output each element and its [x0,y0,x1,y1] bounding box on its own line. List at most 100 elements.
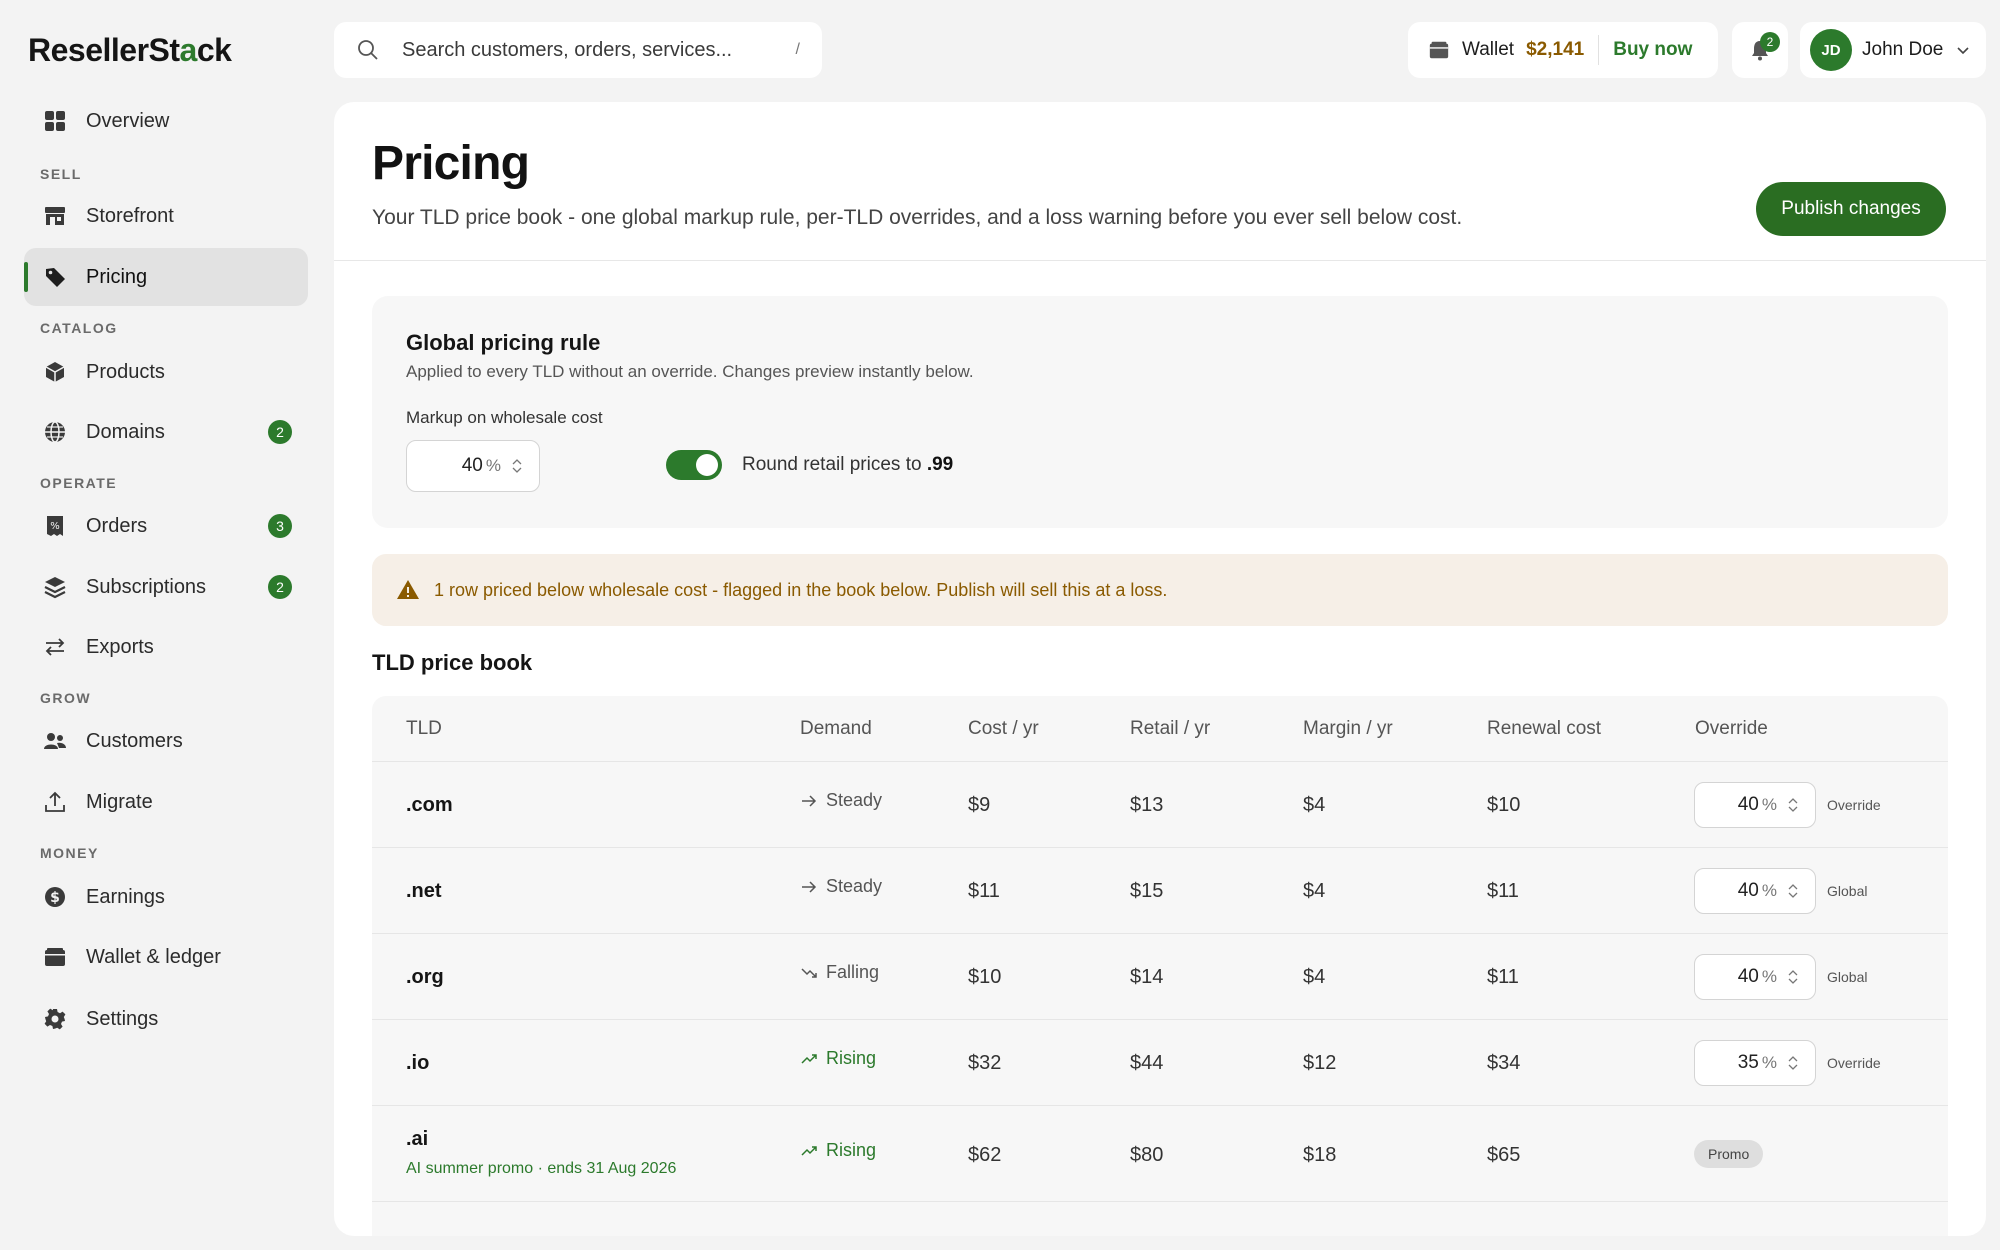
chevron-up-icon[interactable] [1787,796,1799,805]
override-stepper[interactable]: 35 % [1694,1040,1816,1086]
count-badge: 2 [268,575,292,599]
chevron-down-icon[interactable] [1787,1063,1799,1072]
tld-name: .org [406,966,444,988]
avatar: JD [1810,29,1852,71]
round-prices-toggle[interactable] [666,450,722,480]
override-stepper[interactable]: 40 % [1694,954,1816,1000]
renewal-value: $65 [1487,1144,1521,1166]
section-money: MONEY [40,845,99,861]
arrow-right-icon [802,880,817,893]
renewal-value: $10 [1487,794,1521,816]
search-input[interactable]: Search customers, orders, services... / [334,22,822,78]
sidebar-item-customers[interactable]: Customers [24,712,308,770]
trend-down-icon [801,967,817,978]
percent-sign: % [1761,795,1777,814]
section-grow: GROW [40,690,92,706]
sidebar-item-label: Migrate [86,790,153,813]
price-book-table: TLD Demand Cost / yr Retail / yr Margin … [372,696,1948,1236]
percent-sign: % [1761,1053,1777,1072]
override-stepper[interactable]: 40 % [1694,868,1816,914]
margin-value: $4 [1303,880,1326,902]
promo-badge: Promo [1694,1140,1764,1168]
tld-name: .com [406,794,453,816]
override-value: 35 [1737,1052,1759,1073]
sidebar-item-label: Orders [86,514,148,537]
section-catalog: CATALOG [40,320,118,336]
svg-text:%: % [50,521,60,532]
demand-label: Rising [826,1140,877,1160]
chevron-up-icon[interactable] [1787,968,1799,977]
user-name: John Doe [1862,39,1944,60]
sidebar-item-overview[interactable]: Overview [24,92,308,150]
sidebar-item-wallet[interactable]: Wallet & ledger [24,928,308,986]
table-header: TLD Demand Cost / yr Retail / yr Margin … [372,696,1948,762]
chevron-down-icon[interactable] [1787,891,1799,900]
markup-stepper[interactable]: 40 % [406,440,540,492]
sidebar-item-storefront[interactable]: Storefront [24,187,308,245]
column-header: Demand [800,718,872,739]
section-sell: SELL [40,166,82,182]
chevron-up-icon[interactable] [511,457,523,466]
column-header: TLD [406,718,442,739]
rule-title: Global pricing rule [406,330,601,355]
sidebar-item-earnings[interactable]: $ Earnings [24,868,308,926]
sidebar-item-label: Domains [86,420,165,443]
sidebar-item-subscriptions[interactable]: Subscriptions 2 [24,558,308,616]
chevron-up-icon[interactable] [1787,1054,1799,1063]
stepper-arrows[interactable] [1787,796,1799,814]
round-label-text: Round retail prices to [742,454,922,475]
override-stepper[interactable]: 40 % [1694,782,1816,828]
cost-value: $10 [968,966,1002,988]
arrow-right-icon [802,794,817,807]
demand-indicator: Steady [800,876,882,897]
count-badge: 2 [268,420,292,444]
retail-value: $44 [1130,1052,1164,1074]
sidebar-item-orders[interactable]: % Orders 3 [24,497,308,555]
chevron-down-icon [1957,47,1969,55]
cost-value: $9 [968,794,991,816]
sidebar-item-label: Products [86,360,165,383]
retail-value: $14 [1130,966,1164,988]
sidebar-item-migrate[interactable]: Migrate [24,773,308,831]
stepper-arrows[interactable] [511,457,523,475]
sidebar-item-domains[interactable]: Domains 2 [24,403,308,461]
demand-label: Falling [826,962,880,982]
sidebar-item-settings[interactable]: Settings [24,990,308,1048]
brand-name-mark: a [179,32,198,68]
demand-indicator: Rising [800,1140,876,1161]
publish-changes-button[interactable]: Publish changes [1756,182,1946,236]
sidebar-item-label: Subscriptions [86,575,207,598]
swap-arrows-icon [42,634,68,660]
wallet-widget: Wallet $2,141 Buy now [1408,22,1718,78]
cost-value: $32 [968,1052,1002,1074]
renewal-value: $34 [1487,1052,1521,1074]
retail-value: $13 [1130,794,1164,816]
user-menu[interactable]: JD John Doe [1800,22,1986,78]
chevron-down-icon[interactable] [1787,977,1799,986]
stepper-arrows[interactable] [1787,882,1799,900]
stepper-arrows[interactable] [1787,968,1799,986]
buy-now-button[interactable]: Buy now [1613,39,1692,61]
sidebar-item-label: Earnings [86,885,165,908]
wallet-label: Wallet [1462,39,1515,60]
notifications-button[interactable]: 2 [1732,22,1788,78]
sidebar-item-pricing[interactable]: Pricing [24,248,308,306]
margin-value: $4 [1303,966,1326,988]
table-row: .net Steady $11 $15 $4 $11 40 % Global [372,848,1948,934]
sidebar-item-exports[interactable]: Exports [24,618,308,676]
sidebar-item-label: Settings [86,1007,159,1030]
sidebar-item-products[interactable]: Products [24,343,308,401]
layers-icon [42,574,68,600]
promo-note: AI summer promo · ends 31 Aug 2026 [406,1160,677,1177]
chevron-down-icon[interactable] [1787,805,1799,814]
chevron-up-icon[interactable] [1787,882,1799,891]
header-divider [334,260,1986,261]
markup-value: 40 [461,455,483,476]
stepper-arrows[interactable] [1787,1054,1799,1072]
pricing-mode-tag: Override [1827,1055,1881,1071]
column-header: Retail / yr [1130,718,1211,739]
search-shortcut: / [795,41,800,58]
trend-up-icon [801,1145,817,1156]
chevron-down-icon[interactable] [511,466,523,475]
brand-logo[interactable]: ResellerSt a ck [28,32,232,69]
